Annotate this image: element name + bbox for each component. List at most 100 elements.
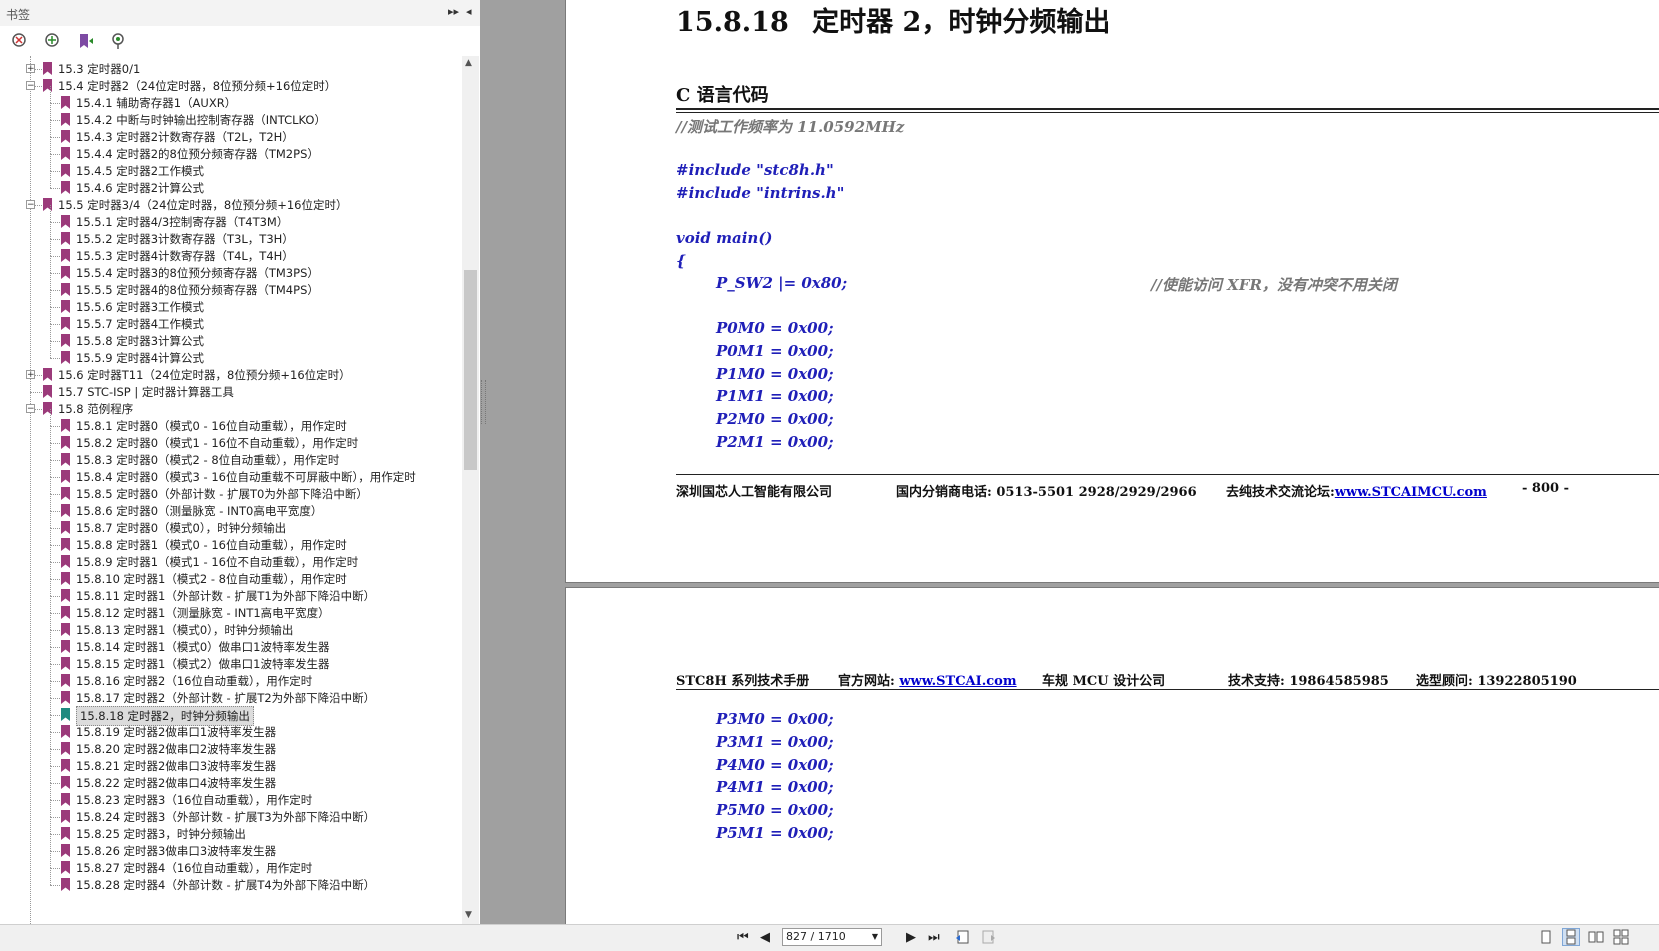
facing-view-icon[interactable] [1588, 929, 1604, 945]
scroll-up-arrow-icon[interactable]: ▲ [465, 58, 472, 68]
collapse-icon[interactable]: − [26, 200, 35, 210]
code-line: #include "intrins.h" [676, 184, 845, 202]
bookmark-label: 15.8.22 定时器2做串口4波特率发生器 [76, 776, 277, 790]
tree-connector-line [50, 341, 51, 358]
tree-connector-line [50, 324, 51, 341]
tree-connector-line [50, 460, 60, 461]
bookmark-icon [61, 606, 70, 619]
tree-connector-line [50, 120, 51, 137]
page-indicator: 827 / 1710 [786, 930, 846, 943]
footer-forum: 去纯技术交流论坛:www.STCAIMCU.com [1226, 481, 1487, 500]
tree-connector-line [50, 307, 60, 308]
next-page-icon[interactable]: ▶ [906, 930, 916, 945]
code-line: P1M0 = 0x00; [716, 365, 834, 383]
tree-connector-line [50, 460, 51, 477]
bookmark-scrollbar[interactable]: ▲ ▼ [462, 56, 479, 924]
expand-icon[interactable]: + [26, 370, 35, 380]
scroll-down-arrow-icon[interactable]: ▼ [465, 910, 472, 920]
tree-connector-line [50, 545, 51, 562]
bookmark-icon [61, 130, 70, 143]
bookmark-label: 15.8.23 定时器3（16位自动重载），用作定时 [76, 793, 313, 807]
page-number-input[interactable]: 827 / 1710 ▼ [782, 928, 882, 946]
bookmark-label: 15.8.15 定时器1（模式2）做串口1波特率发生器 [76, 657, 330, 671]
continuous-view-icon[interactable] [1562, 928, 1580, 946]
last-page-icon[interactable]: ⏭ [928, 930, 940, 945]
tree-connector-line [50, 545, 60, 546]
bookmark-icon [61, 674, 70, 687]
delete-bookmark-icon[interactable] [10, 31, 30, 51]
bookmark-icon [61, 708, 70, 721]
chevron-down-icon[interactable]: ▼ [872, 929, 878, 945]
code-comment: //使能访问 XFR，没有冲突不用关闭 [1151, 276, 1397, 294]
single-page-view-icon[interactable] [1538, 929, 1554, 945]
panel-options-icon[interactable]: ▸▸ [448, 5, 459, 18]
tree-connector-line [50, 800, 60, 801]
tree-connector-line [50, 851, 51, 868]
bookmark-icon [61, 470, 70, 483]
tree-connector-line [50, 766, 60, 767]
previous-page-icon[interactable]: ◀ [760, 930, 770, 945]
next-view-icon[interactable] [980, 929, 996, 945]
find-bookmark-icon[interactable] [109, 31, 129, 51]
bookmark-tree: +15.3 定时器0/1 − 15.4 定时器2（24位定时器，8位预分频+16位定… [0, 56, 462, 924]
tree-connector-line [50, 664, 51, 681]
bookmark-label: 15.8.17 定时器2（外部计数 - 扩展T2为外部下降沿中断） [76, 691, 376, 705]
bookmark-label: 15.8.14 定时器1（模式0）做串口1波特率发生器 [76, 640, 330, 654]
tree-connector-line [50, 783, 60, 784]
scrollbar-thumb[interactable] [464, 270, 477, 470]
first-page-icon[interactable]: ⏮ [737, 930, 749, 945]
bookmark-label: 15.8.6 定时器0（测量脉宽 - INT0高电平宽度） [76, 504, 323, 518]
bookmark-label: 15.8 范例程序 [58, 402, 134, 416]
tree-connector-line [50, 834, 51, 851]
tree-connector-line [50, 273, 60, 274]
tree-connector-line [50, 579, 51, 596]
tree-connector-line [50, 528, 60, 529]
expand-bookmark-icon[interactable] [76, 31, 96, 51]
site-link[interactable]: www.STCAI.com [899, 674, 1016, 689]
tree-connector-line [50, 647, 51, 664]
bookmark-label: 15.8.16 定时器2（16位自动重载），用作定时 [76, 674, 313, 688]
tree-connector-line [50, 409, 51, 426]
bookmark-label: 15.8.3 定时器0（模式2 - 8位自动重载），用作定时 [76, 453, 340, 467]
tree-connector-line [50, 562, 51, 579]
bookmark-label: 15.8.10 定时器1（模式2 - 8位自动重载），用作定时 [76, 572, 347, 586]
tree-connector-line [50, 477, 51, 494]
tree-connector-line [50, 256, 51, 273]
panel-splitter[interactable] [481, 380, 486, 424]
previous-view-icon[interactable] [955, 929, 971, 945]
collapse-icon[interactable]: − [26, 404, 35, 414]
tree-connector-line [50, 698, 60, 699]
bottom-toolbar: ⏮ ◀ 827 / 1710 ▼ ▶ ⏭ [0, 924, 1659, 951]
code-line: P3M1 = 0x00; [716, 733, 834, 751]
forum-link[interactable]: www.STCAIMCU.com [1335, 485, 1487, 500]
bookmark-label: 15.5.4 定时器3的8位预分频寄存器（TM3PS） [76, 266, 319, 280]
bookmark-label: 15.8.26 定时器3做串口3波特率发生器 [76, 844, 277, 858]
tree-connector-line [50, 511, 60, 512]
collapse-panel-icon[interactable]: ◂ [466, 5, 472, 18]
footer-rule [676, 474, 1659, 475]
continuous-facing-view-icon[interactable] [1613, 929, 1629, 945]
bookmark-icon [61, 555, 70, 568]
bookmark-icon [61, 266, 70, 279]
bookmark-label: 15.4.3 定时器2计数寄存器（T2L，T2H） [76, 130, 294, 144]
tree-connector-line [50, 715, 60, 716]
bookmark-icon [61, 844, 70, 857]
document-view[interactable]: 15.8.18 定时器 2，时钟分频输出 C 语言代码 //测试工作频率为 11… [480, 0, 1659, 924]
tree-connector-line [50, 290, 51, 307]
expand-icon[interactable]: + [26, 64, 35, 74]
tree-connector-line [50, 630, 60, 631]
footer-company: 深圳国芯人工智能有限公司 [676, 485, 833, 500]
panel-header: 书签 ▸▸ ◂ [0, 0, 480, 27]
tree-connector-line [50, 528, 51, 545]
collapse-icon[interactable]: − [26, 81, 35, 91]
bookmark-icon [61, 521, 70, 534]
tree-connector-line [50, 596, 60, 597]
bookmark-icon [61, 164, 70, 177]
new-bookmark-icon[interactable] [43, 31, 63, 51]
header-slogan: 车规 MCU 设计公司 [1042, 674, 1166, 689]
bookmark-label: 15.8.24 定时器3（外部计数 - 扩展T3为外部下降沿中断） [76, 810, 376, 824]
header-advisor: 选型顾问: 13922805190 [1416, 674, 1577, 689]
bookmark-label: 15.8.2 定时器0（模式1 - 16位不自动重载），用作定时 [76, 436, 359, 450]
bookmark-icon [61, 334, 70, 347]
tree-connector-line [50, 511, 51, 528]
